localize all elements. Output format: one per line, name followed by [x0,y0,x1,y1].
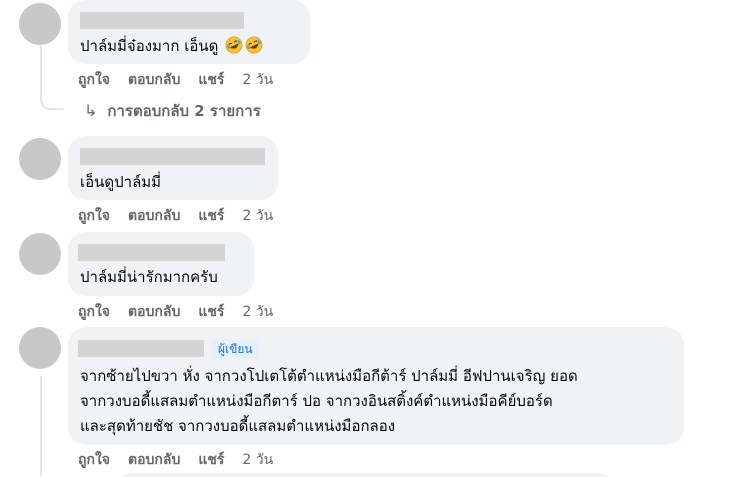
reply-bubble-partial [120,473,610,477]
avatar[interactable] [19,138,61,180]
timestamp[interactable]: 2 วัน [242,70,273,90]
reply-button[interactable]: ตอบกลับ [128,206,180,226]
author-badge: ผู้เขียน [212,339,259,359]
comment-actions: ถูกใจ ตอบกลับ แชร์ 2 วัน [78,302,273,322]
reply-button[interactable]: ตอบกลับ [128,302,180,322]
like-button[interactable]: ถูกใจ [78,70,110,90]
view-replies-link[interactable]: ↳ การตอบกลับ 2 รายการ [84,100,261,122]
comment-actions: ถูกใจ ตอบกลับ แชร์ 2 วัน [78,70,273,90]
reply-arrow-icon: ↳ [84,101,98,120]
comment-actions: ถูกใจ ตอบกลับ แชร์ 2 วัน [78,450,273,470]
like-button[interactable]: ถูกใจ [78,206,110,226]
comment-text: ปาล์มมี่น่ารักมากครับ [80,268,218,286]
share-button[interactable]: แชร์ [198,206,224,226]
comment-section: ปาล์มมี่จ๋องมาก เอ็นดู ถูกใจ ตอบกลับ แชร… [0,0,737,477]
comment-text: เอ็นดูปาล์มมี่ [80,173,162,191]
share-button[interactable]: แชร์ [198,302,224,322]
comment-bubble: เอ็นดูปาล์มมี่ [68,136,278,200]
author-name-redacted[interactable] [78,340,204,357]
avatar[interactable] [19,327,61,369]
comment-text-line: จากวงบอดี้แสลมตำแหน่งมือกีตาร์ ปอ จากวงอ… [80,392,553,410]
comment-bubble: ผู้เขียน จากซ้ายไปขวา หั่ง จากวงโปเตโต้ต… [68,327,684,445]
author-name-redacted[interactable] [80,12,244,29]
thread-line [40,376,42,476]
comment-bubble: ปาล์มมี่จ๋องมาก เอ็นดู [68,0,310,64]
comment-text-line: และสุดท้ายชัช จากวงบอดี้แสลมตำแหน่งมือกล… [80,417,396,435]
reply-button[interactable]: ตอบกลับ [128,70,180,90]
like-button[interactable]: ถูกใจ [78,450,110,470]
like-button[interactable]: ถูกใจ [78,302,110,322]
timestamp[interactable]: 2 วัน [242,302,273,322]
timestamp[interactable]: 2 วัน [242,206,273,226]
comment-text: ปาล์มมี่จ๋องมาก เอ็นดู [80,33,263,59]
avatar[interactable] [19,3,61,45]
reply-button[interactable]: ตอบกลับ [128,450,180,470]
timestamp[interactable]: 2 วัน [242,450,273,470]
rolling-laughing-emoji [225,36,243,54]
rolling-laughing-emoji [245,36,263,54]
author-name-redacted[interactable] [78,244,225,261]
avatar[interactable] [19,233,61,275]
author-name-redacted[interactable] [80,148,265,165]
comment-text-line: จากซ้ายไปขวา หั่ง จากวงโปเตโต้ตำแหน่งมือ… [80,367,578,385]
comment-bubble: ปาล์มมี่น่ารักมากครับ [68,232,254,296]
thread-line [40,46,42,96]
share-button[interactable]: แชร์ [198,70,224,90]
thread-connector [40,94,64,110]
share-button[interactable]: แชร์ [198,450,224,470]
comment-actions: ถูกใจ ตอบกลับ แชร์ 2 วัน [78,206,273,226]
